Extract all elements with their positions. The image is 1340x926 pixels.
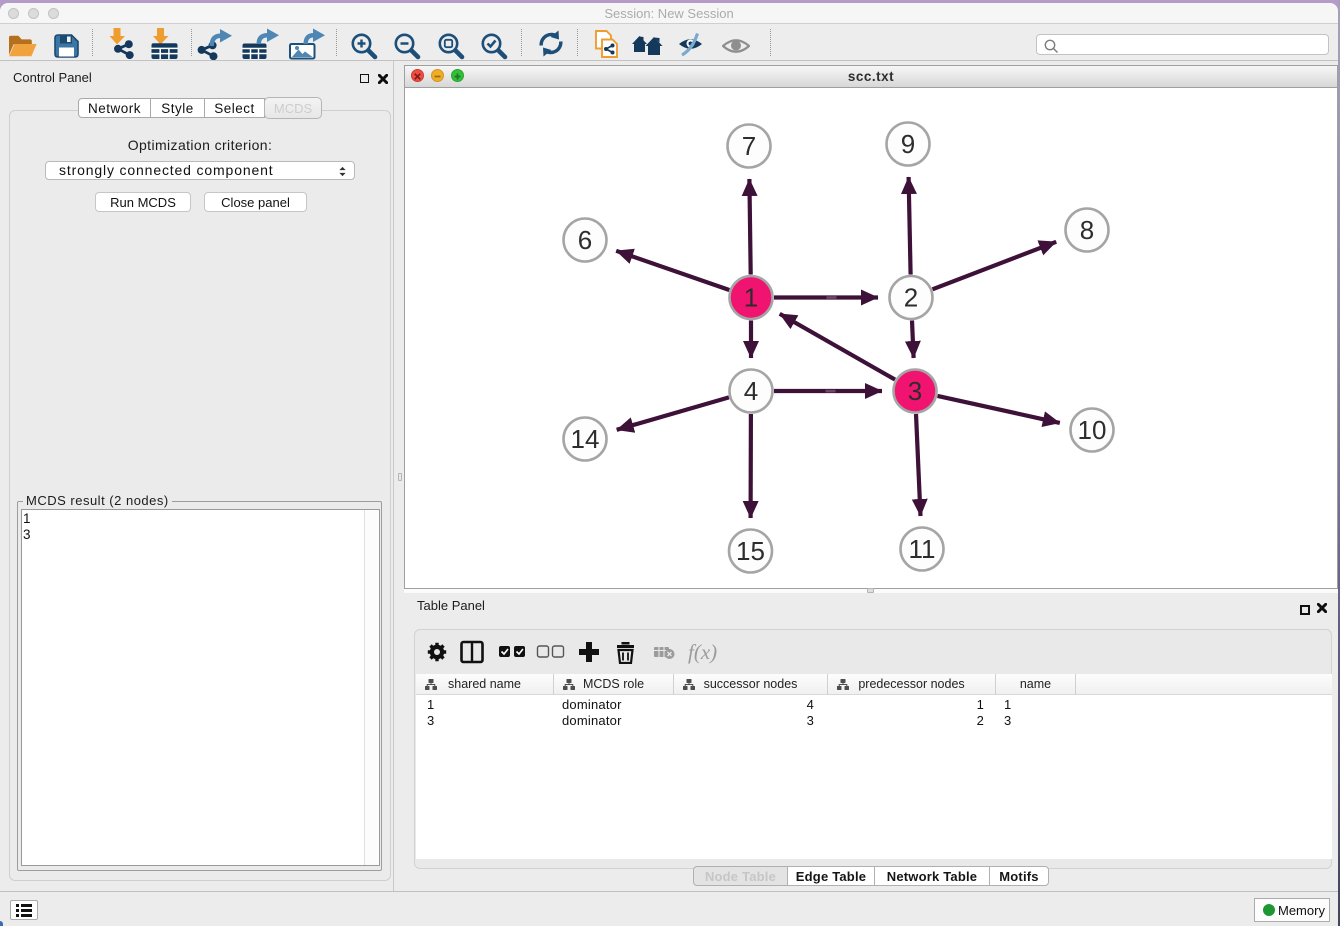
svg-text:6: 6 (578, 225, 592, 255)
svg-text:f(x): f(x) (688, 640, 717, 664)
svg-text:10: 10 (1078, 415, 1107, 445)
svg-text:11: 11 (909, 534, 936, 564)
svg-text:14: 14 (571, 424, 600, 454)
svg-text:1: 1 (744, 283, 758, 313)
svg-text:15: 15 (736, 536, 765, 566)
svg-text:7: 7 (742, 131, 756, 161)
svg-text:4: 4 (744, 376, 758, 406)
svg-text:2: 2 (904, 283, 918, 313)
svg-text:8: 8 (1080, 215, 1094, 245)
svg-text:9: 9 (901, 129, 915, 159)
svg-text:3: 3 (908, 376, 922, 406)
